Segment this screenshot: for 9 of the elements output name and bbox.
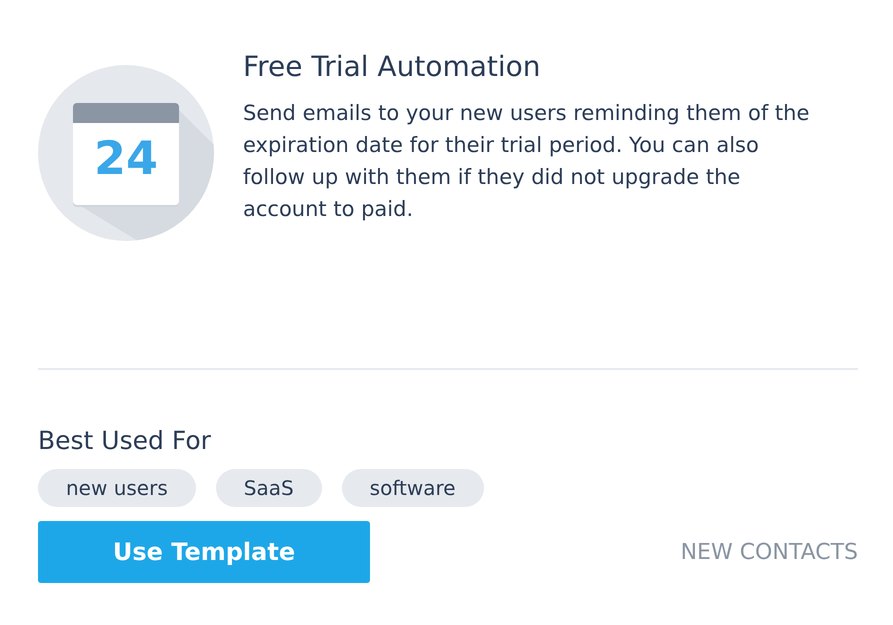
tag: SaaS [216,469,322,507]
use-template-button[interactable]: Use Template [38,521,370,583]
tag: software [342,469,484,507]
card-title: Free Trial Automation [243,50,542,83]
tag: new users [38,469,196,507]
calendar-day: 24 [73,135,179,181]
card-description: Send emails to your new users reminding them of the expiration date for their trial period. You can also follow up with them if they did not upgrade the account to paid. [243,100,810,223]
category-label: NEW CONTACTS [680,540,858,564]
section-heading: Best Used For [38,426,212,455]
